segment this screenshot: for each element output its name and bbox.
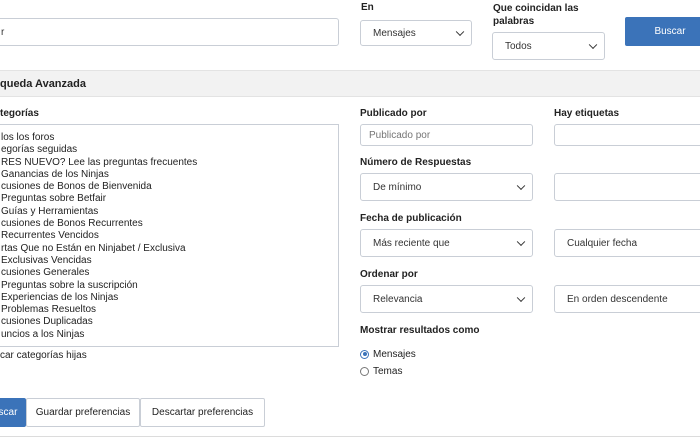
discard-preferences-button[interactable]: Descartar preferencias xyxy=(140,398,265,427)
child-categories-option[interactable]: car categorías hijas xyxy=(0,350,87,361)
category-option[interactable]: egorías seguidas xyxy=(1,144,338,156)
replies-selected: De mínimo xyxy=(373,181,422,193)
category-option[interactable]: Recurrentes Vencidos xyxy=(1,230,338,242)
order-label: Ordenar por xyxy=(360,269,418,280)
category-option[interactable]: RES NUEVO? Lee las preguntas frecuentes xyxy=(1,157,338,169)
date-range-select[interactable]: Cualquier fecha xyxy=(554,229,700,257)
category-option[interactable]: cusiones Duplicadas xyxy=(1,316,338,328)
radio-selected-icon[interactable] xyxy=(360,349,369,359)
category-option[interactable]: Problemas Resueltos xyxy=(1,304,338,316)
chevron-down-icon xyxy=(516,293,526,303)
child-categories-label: car categorías hijas xyxy=(0,350,87,361)
search-button-label: Buscar xyxy=(654,26,686,37)
match-filter-label: Que coincidan las palabras xyxy=(493,2,579,28)
category-option[interactable]: Ganancias de los Ninjas xyxy=(1,169,338,181)
category-option[interactable]: Exclusivas Vencidas xyxy=(1,255,338,267)
category-option[interactable]: Guías y Herramientas xyxy=(1,206,338,218)
date-select[interactable]: Más reciente que xyxy=(360,229,533,257)
results-option-topics[interactable]: Temas xyxy=(360,365,402,377)
chevron-down-icon xyxy=(516,181,526,191)
order-selected: Relevancia xyxy=(373,293,423,305)
discard-preferences-label: Descartar preferencias xyxy=(151,407,254,418)
category-option[interactable]: cusiones Generales xyxy=(1,267,338,279)
search-button[interactable]: Buscar xyxy=(625,17,700,46)
categories-label: tegorías xyxy=(0,108,39,119)
date-label: Fecha de publicación xyxy=(360,213,462,224)
in-filter-label: En xyxy=(361,2,374,13)
category-option[interactable]: rtas Que no Están en Ninjabet / Exclusiv… xyxy=(1,243,338,255)
advanced-search-header[interactable]: queda Avanzada xyxy=(0,70,700,97)
published-by-placeholder: Publicado por xyxy=(369,129,431,141)
tags-label: Hay etiquetas xyxy=(554,108,620,119)
search-input[interactable]: r xyxy=(0,18,339,46)
category-option[interactable]: Experiencias de los Ninjas xyxy=(1,292,338,304)
chevron-down-icon xyxy=(588,40,598,50)
advanced-search-button[interactable]: scar xyxy=(0,398,26,427)
category-option[interactable]: cusiones de Bonos de Bienvenida xyxy=(1,181,338,193)
published-by-input[interactable]: Publicado por xyxy=(360,124,533,146)
replies-count-input[interactable] xyxy=(554,173,700,201)
save-preferences-label: Guardar preferencias xyxy=(35,407,131,418)
date-selected: Más reciente que xyxy=(373,237,450,249)
order-direction-select[interactable]: En orden descendente xyxy=(554,285,700,313)
category-option[interactable]: uncios a los Ninjas xyxy=(1,329,338,341)
results-label: Mostrar resultados como xyxy=(360,325,480,336)
replies-label: Número de Respuestas xyxy=(360,157,472,168)
divider xyxy=(0,436,700,437)
chevron-down-icon xyxy=(516,237,526,247)
match-filter-label-line1: Que coincidan las xyxy=(493,3,579,14)
published-by-label: Publicado por xyxy=(360,108,427,119)
category-option[interactable]: cusiones de Bonos Recurrentes xyxy=(1,218,338,230)
advanced-search-title: queda Avanzada xyxy=(0,78,86,90)
radio-unselected-icon[interactable] xyxy=(360,366,369,376)
in-filter-select[interactable]: Mensajes xyxy=(360,20,472,46)
category-option[interactable]: los los foros xyxy=(1,132,338,144)
results-option-messages-label: Mensajes xyxy=(373,348,416,360)
category-option[interactable]: Preguntas sobre la suscripción xyxy=(1,280,338,292)
replies-select[interactable]: De mínimo xyxy=(360,173,533,201)
advanced-search-button-label: scar xyxy=(0,407,18,418)
match-filter-selected: Todos xyxy=(505,40,532,52)
order-select[interactable]: Relevancia xyxy=(360,285,533,313)
order-direction-selected: En orden descendente xyxy=(567,293,668,305)
category-option[interactable]: Preguntas sobre Betfair xyxy=(1,193,338,205)
chevron-down-icon xyxy=(455,27,465,37)
match-filter-label-line2: palabras xyxy=(493,16,535,27)
tags-input[interactable] xyxy=(554,124,700,146)
categories-listbox[interactable]: los los foros egorías seguidas RES NUEVO? … xyxy=(0,124,339,347)
save-preferences-button[interactable]: Guardar preferencias xyxy=(26,398,140,427)
results-option-messages[interactable]: Mensajes xyxy=(360,348,416,360)
in-filter-selected: Mensajes xyxy=(373,27,416,39)
date-range-selected: Cualquier fecha xyxy=(567,237,638,249)
search-input-value: r xyxy=(1,26,5,38)
match-filter-select[interactable]: Todos xyxy=(492,32,605,60)
results-option-topics-label: Temas xyxy=(373,365,403,377)
